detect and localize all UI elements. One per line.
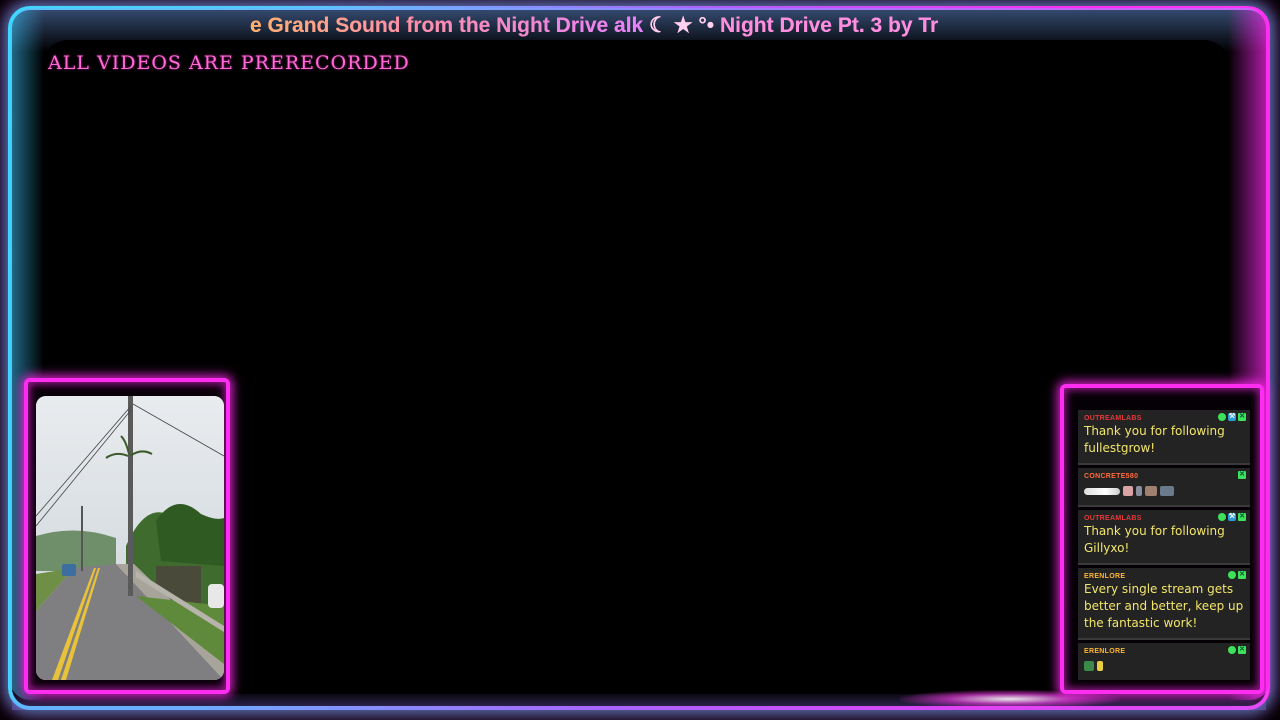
small-emote-icon <box>1136 486 1142 496</box>
dino-emote-icon <box>1084 487 1120 495</box>
verified-badge-icon <box>1218 413 1226 421</box>
verified-badge-icon <box>1218 513 1226 521</box>
chat-text: Thank you for following fullestgrow! <box>1084 424 1225 455</box>
chat-message: CONCRETE580 ✕ <box>1078 468 1250 507</box>
hand-emote-icon <box>1097 661 1103 671</box>
platform-badge-icon: ✕ <box>1238 471 1246 479</box>
verified-badge-icon <box>1228 646 1236 654</box>
chat-message: ERENLORE ✕ Every single stream gets bett… <box>1078 568 1250 640</box>
ticker-symbols: ☾ ★ °• <box>643 14 720 37</box>
ticker-text: e Grand Sound from the Night Drive alk ☾… <box>250 12 1110 40</box>
ticker-tail: Night Drive Pt. 3 by Tr <box>719 14 939 37</box>
chat-message: ERENLORE ✕ <box>1078 643 1250 680</box>
moderator-badge-icon: ⚒ <box>1228 513 1236 521</box>
prerecorded-notice: ALL VIDEOS ARE PRERECORDED <box>48 52 410 74</box>
portrait-emote-icon <box>1145 486 1157 496</box>
emote-row <box>1084 483 1244 499</box>
face-emote-icon <box>1123 486 1133 496</box>
chat-badges: ✕ <box>1238 471 1246 479</box>
chat-panel: OUTREAMLABS ⚒ ✕ Thank you for following … <box>1060 384 1264 694</box>
chat-text: Every single stream gets better and bett… <box>1084 582 1244 630</box>
platform-badge-icon: ✕ <box>1238 571 1246 579</box>
camera-frame <box>24 378 230 694</box>
chat-username: ERENLORE <box>1084 648 1126 655</box>
ticker-main: e Grand Sound from the Night Drive alk <box>250 14 644 37</box>
dashcam-view <box>36 396 224 680</box>
gray-emote-icon <box>1160 486 1174 496</box>
chat-list[interactable]: OUTREAMLABS ⚒ ✕ Thank you for following … <box>1078 410 1250 680</box>
chat-text: Thank you for following Gillyxo! <box>1084 524 1225 555</box>
road-scene-image <box>36 396 224 680</box>
chat-badges: ✕ <box>1228 646 1246 654</box>
moderator-badge-icon: ⚒ <box>1228 413 1236 421</box>
chat-message: OUTREAMLABS ⚒ ✕ Thank you for following … <box>1078 510 1250 565</box>
verified-badge-icon <box>1228 571 1236 579</box>
chat-badges: ⚒ ✕ <box>1218 513 1246 521</box>
platform-badge-icon: ✕ <box>1238 513 1246 521</box>
platform-badge-icon: ✕ <box>1238 413 1246 421</box>
platform-badge-icon: ✕ <box>1238 646 1246 654</box>
now-playing-ticker: e Grand Sound from the Night Drive alk ☾… <box>250 12 1110 40</box>
frog-emote-icon <box>1084 661 1094 671</box>
chat-username: CONCRETE580 <box>1084 473 1139 480</box>
chat-badges: ⚒ ✕ <box>1218 413 1246 421</box>
emote-row <box>1084 658 1244 674</box>
chat-message: OUTREAMLABS ⚒ ✕ Thank you for following … <box>1078 410 1250 465</box>
chat-badges: ✕ <box>1228 571 1246 579</box>
chat-username: ERENLORE <box>1084 573 1126 580</box>
